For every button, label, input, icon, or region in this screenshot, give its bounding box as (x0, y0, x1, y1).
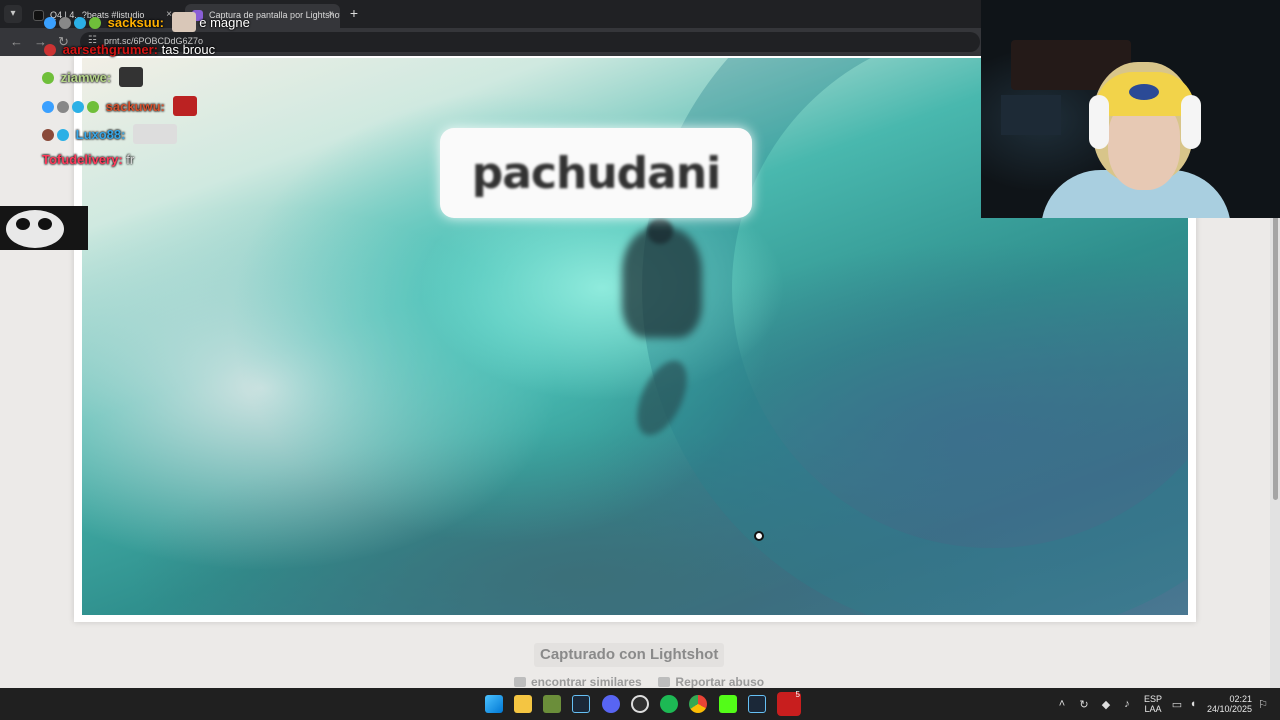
language-code: ESP (1144, 694, 1163, 704)
cube-badge-icon (74, 17, 86, 29)
clock-time: 02:21 (1229, 694, 1252, 704)
panda-emote-overlay (0, 206, 88, 250)
volume-icon[interactable]: ◖ (1186, 698, 1200, 710)
beanie-logo (1129, 84, 1159, 100)
sword-badge-icon (42, 101, 54, 113)
captured-with-lightshot[interactable]: Capturado con Lightshot (534, 643, 725, 667)
notification-bell-icon[interactable]: ⚐ (1256, 698, 1270, 711)
chat-message: Tofudelivery: fr (42, 152, 134, 167)
chat-text: tas brouc (161, 42, 216, 57)
back-icon[interactable]: ← (10, 34, 23, 49)
chat-message: sackuwu: (42, 96, 197, 116)
clock-date: 24/10/2025 (1206, 704, 1252, 714)
frog-badge-icon (42, 72, 54, 84)
chat-username: sacksuu: (107, 15, 164, 30)
notification-badge: 5 (795, 690, 800, 699)
chat-username: aarsethgrumer: (62, 42, 158, 57)
app-red-icon[interactable]: 5 (777, 690, 801, 716)
language-indicator[interactable]: ESP LAA (1144, 694, 1162, 714)
chat-message: ziamwe: (42, 67, 143, 87)
kick-icon[interactable] (719, 695, 737, 713)
tab-search-button[interactable]: ▾ (4, 5, 22, 23)
badge-icon (42, 129, 54, 141)
discord-icon[interactable] (602, 695, 620, 713)
scroll-thumb[interactable] (1273, 216, 1278, 500)
cube-badge-icon (72, 101, 84, 113)
desktop-screen: ▾ Q4 | 4.. ?beats #listudio × Captura de… (0, 0, 1280, 720)
emote-image (171, 12, 196, 32)
caption-box: pachudani (440, 128, 752, 218)
sync-icon[interactable]: ↻ (1077, 698, 1091, 711)
chat-text: fr (126, 152, 135, 167)
panda-eye (16, 218, 30, 230)
report-abuse-link[interactable]: Reportar abuso (675, 675, 764, 689)
security-icon[interactable]: ◆ (1099, 698, 1113, 711)
flag-icon (658, 677, 671, 687)
panda-eye (38, 218, 52, 230)
caption-text: pachudani (471, 148, 722, 199)
new-tab-button[interactable]: + (346, 5, 362, 21)
chat-username: Tofudelivery: (42, 152, 123, 167)
sword-badge-icon (44, 17, 56, 29)
frog-badge-icon (87, 101, 99, 113)
clock[interactable]: 02:21 24/10/2025 (1206, 694, 1252, 714)
emote-image (118, 67, 143, 87)
emote-image (172, 96, 197, 116)
badge-icon (44, 44, 56, 56)
headphones-right (1181, 95, 1201, 149)
emote-image (133, 124, 178, 144)
chat-message: Luxo88: (42, 124, 178, 144)
close-tab-icon[interactable]: × (328, 4, 334, 26)
camera-icon (514, 677, 526, 687)
bottom-links: encontrar similares Reportar abuso (514, 675, 764, 689)
surfer-body (622, 228, 702, 338)
background-window (1001, 95, 1061, 135)
file-explorer-icon[interactable] (514, 695, 532, 713)
panda-face (6, 210, 64, 248)
chat-text: e magne (199, 15, 250, 30)
windows-taskbar: 5 ˄ ↻ ◆ ♪ ESP LAA ▭ ◖ 02:21 24/10/2025 ⚐ (0, 688, 1280, 720)
network-icon[interactable]: ▭ (1170, 698, 1184, 711)
windows-start-icon[interactable] (485, 695, 503, 713)
minecraft-icon[interactable] (543, 695, 561, 713)
chat-username: ziamwe: (60, 70, 112, 85)
headphones-left (1089, 95, 1109, 149)
microphone-icon[interactable]: ♪ (1120, 698, 1134, 710)
steam-icon[interactable] (572, 695, 590, 713)
gear-badge-icon (57, 101, 69, 113)
find-similar-link[interactable]: encontrar similares (531, 675, 642, 689)
keyboard-layout: LAA (1144, 704, 1162, 714)
chat-message: aarsethgrumer: tas brouc (44, 42, 215, 57)
chat-username: Luxo88: (75, 127, 126, 142)
steam-icon-2[interactable] (748, 695, 766, 713)
obs-icon[interactable] (631, 695, 649, 713)
tiktok-icon (33, 10, 44, 21)
gear-badge-icon (59, 17, 71, 29)
cube-badge-icon (57, 129, 69, 141)
webcam-overlay (981, 0, 1280, 218)
chat-message: sacksuu: e magne (44, 12, 250, 32)
chrome-icon[interactable] (689, 695, 707, 713)
zoom-cursor-icon (754, 531, 764, 541)
frog-badge-icon (89, 17, 101, 29)
spotify-icon[interactable] (660, 695, 678, 713)
chat-username: sackuwu: (105, 99, 165, 114)
tray-overflow-icon[interactable]: ˄ (1055, 698, 1069, 710)
